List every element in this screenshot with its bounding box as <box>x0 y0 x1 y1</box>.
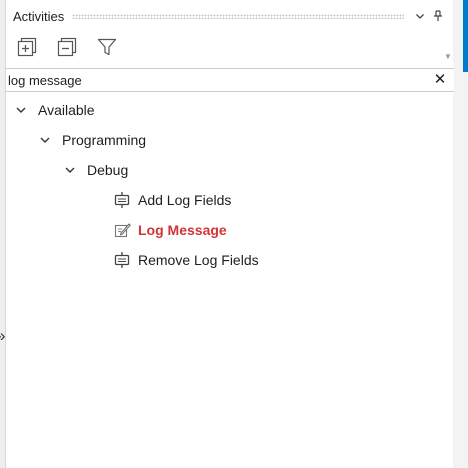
expand-panel-icon[interactable]: » <box>0 327 5 344</box>
title-grip[interactable] <box>72 13 404 19</box>
panel-title: Activities <box>13 8 65 24</box>
activity-icon <box>114 252 130 268</box>
activity-icon <box>114 192 130 208</box>
clear-search-icon[interactable]: ✕ <box>432 71 448 89</box>
activity-item-remove-log-fields[interactable]: Remove Log Fields <box>113 249 259 271</box>
right-dock-tab-accent[interactable] <box>463 0 468 72</box>
pin-icon[interactable] <box>430 8 446 24</box>
chevron-down-icon <box>416 14 424 19</box>
tree-node-label: Programming <box>62 132 147 148</box>
log-message-icon <box>114 223 131 238</box>
tree-node-debug[interactable]: Debug <box>63 159 128 181</box>
activities-panel: » ▼ Activities <box>0 0 468 468</box>
filter-icon[interactable] <box>96 36 118 58</box>
panel-toolbar <box>16 36 118 58</box>
scroll-down-icon[interactable]: ▼ <box>444 52 452 61</box>
tree-node-programming[interactable]: Programming <box>38 129 146 151</box>
tree-node-available[interactable]: Available <box>14 99 95 121</box>
activity-label: Log Message <box>138 222 227 238</box>
search-input[interactable] <box>8 71 428 89</box>
chevron-down-icon[interactable] <box>63 163 77 177</box>
activity-item-log-message[interactable]: Log Message <box>113 219 227 241</box>
activity-label: Remove Log Fields <box>138 252 259 268</box>
collapse-all-icon[interactable] <box>56 36 78 58</box>
pin-glyph-icon <box>434 10 442 21</box>
activity-label: Add Log Fields <box>138 192 232 208</box>
search-box: ✕ <box>6 68 454 92</box>
chevron-down-icon[interactable] <box>38 133 52 147</box>
tree-node-label: Debug <box>87 162 129 178</box>
expand-all-icon[interactable] <box>16 36 38 58</box>
activity-item-add-log-fields[interactable]: Add Log Fields <box>113 189 231 211</box>
panel-title-bar: Activities <box>6 0 454 32</box>
tree-node-label: Available <box>38 102 95 118</box>
panel-options-dropdown-icon[interactable] <box>412 8 428 24</box>
chevron-down-icon[interactable] <box>14 103 28 117</box>
